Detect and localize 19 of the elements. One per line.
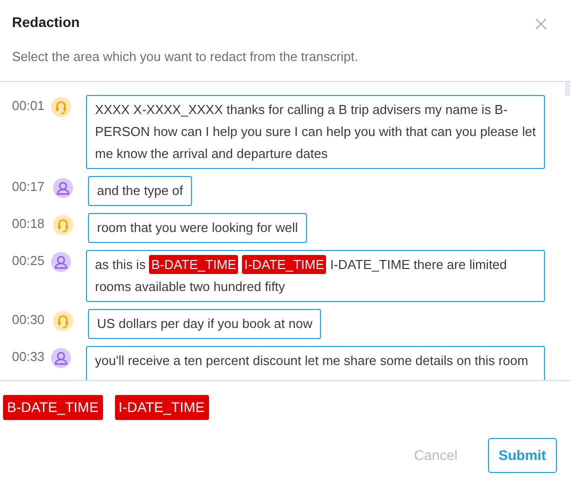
timestamp: 00:17 — [12, 178, 46, 196]
timestamp: 00:30 — [12, 310, 46, 328]
close-icon[interactable] — [535, 18, 547, 30]
redacted-tag[interactable]: B-DATE_TIME — [149, 254, 238, 274]
transcript-bubble[interactable]: and the type of — [88, 176, 192, 206]
timestamp: 00:01 — [12, 96, 46, 114]
dialog-subtitle: Select the area which you want to redact from the transcript. — [12, 48, 358, 66]
entity-tag[interactable]: I-DATE_TIME — [114, 394, 209, 420]
redacted-tag[interactable]: I-DATE_TIME — [242, 254, 326, 274]
transcript-bubble[interactable]: room that you were looking for well — [88, 212, 307, 242]
timestamp: 00:18 — [12, 214, 46, 232]
dialog-title: Redaction — [12, 13, 81, 32]
transcript-bubble[interactable]: as this is B-DATE_TIME I-DATE_TIME I-DATE_TIME there are limited rooms available two hundred fifty — [86, 250, 545, 302]
transcript-bubble[interactable]: XXXX X-XXXX_XXXX thanks for calling a B trip advisers my name is B-PERSON how can I help you sure I can help you with that can you please let me know the arrival and departure dates — [86, 94, 545, 168]
entity-tag[interactable]: B-DATE_TIME — [3, 394, 103, 420]
timestamp: 00:33 — [12, 348, 46, 366]
timestamp: 00:25 — [12, 252, 46, 270]
transcript-bubble[interactable]: US dollars per day if you book at now — [88, 308, 322, 338]
scrollbar[interactable] — [565, 82, 570, 96]
